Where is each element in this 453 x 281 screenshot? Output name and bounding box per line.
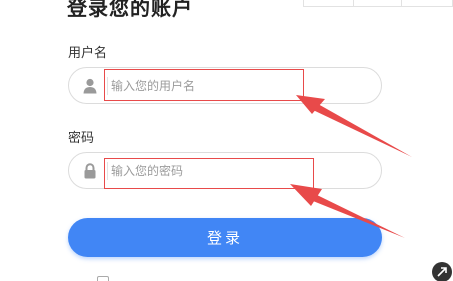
username-label: 用户名: [68, 46, 108, 61]
password-label: 密码: [68, 131, 95, 146]
annotation-box-username: [104, 69, 304, 101]
annotation-box-password: [104, 158, 314, 189]
arrow-username-icon: [313, 104, 412, 157]
remember-checkbox[interactable]: [97, 276, 109, 281]
lock-icon: [83, 163, 97, 179]
table-border: [303, 0, 453, 7]
login-panel: 登录您的账户 用户名 密码 登录: [0, 0, 453, 281]
login-button[interactable]: 登录: [68, 218, 382, 257]
user-icon: [83, 78, 97, 94]
expand-icon[interactable]: [432, 262, 452, 281]
remember-label: [112, 275, 182, 281]
table-divider: [401, 0, 402, 6]
page-title: 登录您的账户: [67, 0, 193, 20]
table-divider: [303, 0, 304, 6]
table-divider: [353, 0, 354, 6]
